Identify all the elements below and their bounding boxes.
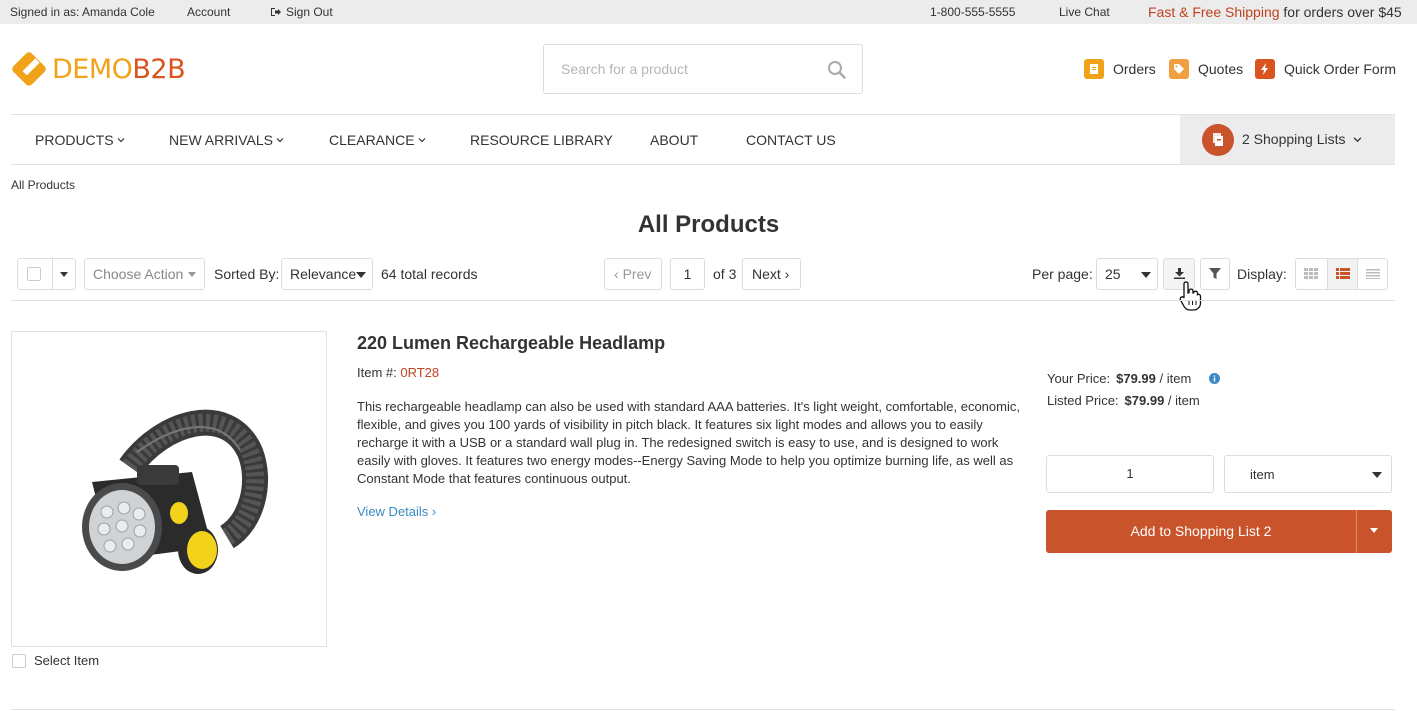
sort-select[interactable]: Relevance (281, 258, 373, 290)
per-page-label: Per page: (1032, 266, 1093, 282)
list-view-icon (1336, 268, 1350, 279)
info-icon[interactable] (1208, 373, 1220, 384)
chevron-down-icon (117, 138, 124, 143)
breadcrumb[interactable]: All Products (11, 178, 75, 192)
shopping-lists-label: 2 Shopping Lists (1242, 131, 1346, 147)
choose-action-dropdown[interactable]: Choose Action (84, 258, 205, 290)
chevron-down-icon (1353, 137, 1362, 143)
search-input[interactable] (561, 61, 811, 77)
product-description: This rechargeable headlamp can also be u… (357, 399, 1020, 486)
quotes-icon (1169, 59, 1189, 79)
promo-rest: for orders over $45 (1279, 4, 1402, 20)
nav-clearance[interactable]: CLEARANCE (329, 132, 426, 148)
divider (52, 259, 53, 289)
caret-down-icon (1372, 472, 1382, 478)
nav-resource-library[interactable]: RESOURCE LIBRARY (470, 132, 613, 148)
grid-view-button[interactable] (1296, 259, 1327, 289)
select-all-control[interactable] (17, 258, 76, 290)
filter-icon (1209, 268, 1221, 279)
shopping-lists-dropdown[interactable]: 2 Shopping Lists (1180, 115, 1395, 164)
top-bar: Signed in as: Amanda Cole Account Sign O… (0, 0, 1417, 24)
sign-out-icon (271, 8, 281, 16)
select-all-checkbox[interactable] (27, 267, 41, 281)
add-to-shopping-list-button[interactable]: Add to Shopping List 2 (1046, 510, 1392, 553)
phone-number: 1-800-555-5555 (930, 5, 1016, 19)
product-title[interactable]: 220 Lumen Rechargeable Headlamp (357, 333, 665, 354)
quantity-input[interactable]: 1 (1046, 455, 1214, 493)
nav-new-arrivals[interactable]: NEW ARRIVALS (169, 132, 284, 148)
signed-in-text: Signed in as: Amanda Cole (10, 5, 155, 19)
shipping-promo: Fast & Free Shipping for orders over $45 (1148, 4, 1402, 20)
sorted-by-label: Sorted By: (214, 266, 280, 282)
download-icon (1174, 268, 1185, 279)
quotes-link[interactable]: Quotes (1169, 59, 1243, 79)
listed-price-row: Listed Price: $79.99 / item (1047, 393, 1200, 408)
product-image[interactable] (11, 331, 327, 647)
divider (1356, 510, 1357, 553)
view-details-link[interactable]: View Details › (357, 504, 436, 519)
nav-products[interactable]: PRODUCTS (35, 132, 125, 148)
main-nav: PRODUCTS NEW ARRIVALS CLEARANCE RESOURCE… (11, 114, 1395, 165)
logo-mark-icon (12, 52, 46, 86)
hand-cursor-icon (1179, 281, 1202, 311)
caret-down-icon (356, 272, 366, 278)
headlamp-image (82, 409, 269, 574)
nav-contact-us[interactable]: CONTACT US (746, 132, 836, 148)
item-code[interactable]: 0RT28 (400, 365, 439, 380)
nav-about[interactable]: ABOUT (650, 132, 698, 148)
sign-out-link[interactable]: Sign Out (270, 5, 333, 19)
logo[interactable]: DEMOB2B (10, 50, 186, 88)
item-number: Item #: 0RT28 (357, 365, 440, 380)
prev-page-button[interactable]: ‹ Prev (604, 258, 662, 290)
live-chat-link[interactable]: Live Chat (1059, 5, 1110, 19)
your-price: $79.99 (1116, 371, 1156, 386)
page-title: All Products (637, 211, 780, 238)
account-link[interactable]: Account (187, 5, 230, 19)
caret-down-icon (188, 272, 196, 277)
divider (11, 709, 1395, 710)
page-count: of 3 (713, 266, 737, 282)
divider (11, 300, 1395, 301)
per-page-select[interactable]: 25 (1096, 258, 1158, 290)
compact-list-icon (1366, 269, 1380, 279)
compact-view-button[interactable] (1358, 259, 1388, 289)
display-toggle (1295, 258, 1388, 290)
listed-price: $79.99 (1124, 393, 1165, 408)
promo-highlight[interactable]: Fast & Free Shipping (1148, 4, 1280, 20)
quick-order-link[interactable]: Quick Order Form (1255, 59, 1396, 79)
your-price-row: Your Price: $79.99 / item (1047, 371, 1220, 386)
select-item-label: Select Item (34, 653, 100, 668)
orders-icon (1084, 59, 1104, 79)
orders-link[interactable]: Orders (1084, 59, 1156, 79)
search-icon[interactable] (827, 60, 846, 79)
total-records: 64 total records (381, 266, 478, 282)
next-page-button[interactable]: Next › (742, 258, 801, 290)
chevron-down-icon (418, 138, 426, 143)
page-number-input[interactable]: 1 (670, 258, 705, 290)
logo-text: DEMOB2B (52, 53, 186, 85)
filter-button[interactable] (1200, 258, 1230, 290)
search-box (543, 44, 863, 94)
caret-down-icon (1141, 272, 1151, 278)
select-item-checkbox[interactable] (12, 654, 26, 668)
list-view-button[interactable] (1327, 259, 1358, 289)
caret-down-icon[interactable] (60, 272, 68, 277)
shopping-list-icon (1202, 124, 1234, 156)
lightning-icon (1255, 59, 1275, 79)
unit-select[interactable]: item (1224, 455, 1392, 493)
chevron-down-icon (276, 138, 284, 143)
caret-down-icon[interactable] (1370, 528, 1378, 533)
display-label: Display: (1237, 266, 1287, 282)
grid-view-icon (1304, 268, 1318, 279)
